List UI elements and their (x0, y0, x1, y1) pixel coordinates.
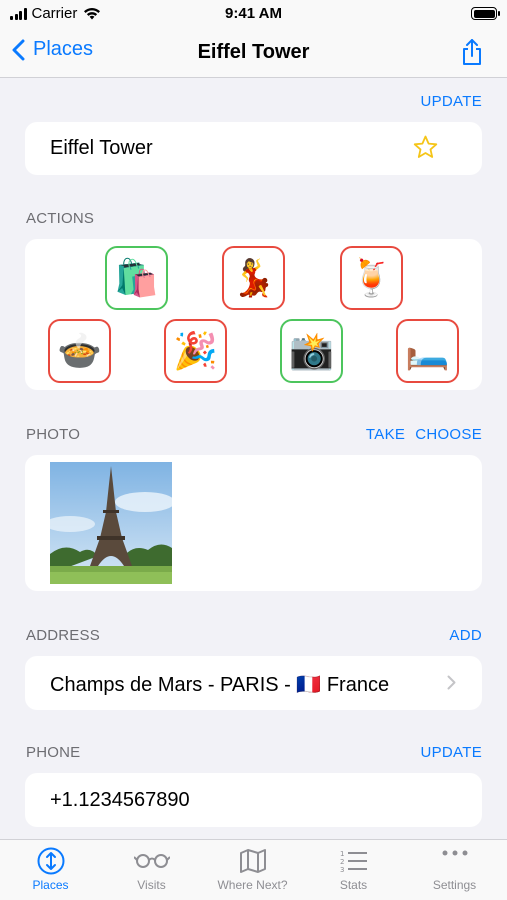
status-bar: Carrier 9:41 AM (0, 0, 507, 30)
dancer-icon: 💃 (231, 257, 276, 298)
action-food-button[interactable]: 🍲 (48, 319, 111, 383)
add-address-link[interactable]: ADD (449, 627, 482, 644)
actions-card: 🛍️ 💃 🍹 🍲 🎉 📸 🛏️ (25, 239, 482, 390)
status-time: 9:41 AM (225, 5, 282, 22)
page-title: Eiffel Tower (197, 41, 310, 63)
share-icon (463, 39, 481, 65)
phone-card: +1.1234567890 (25, 773, 482, 827)
svg-text:1: 1 (340, 850, 344, 858)
tab-where-next[interactable]: Where Next? (202, 840, 303, 900)
cocktail-icon: 🍹 (349, 257, 394, 298)
address-row[interactable]: Champs de Mars - PARIS - 🇫🇷 France (25, 656, 482, 710)
address-value: Champs de Mars - PARIS - 🇫🇷 France (50, 674, 390, 696)
action-photo-button[interactable]: 📸 (280, 319, 343, 383)
svg-text:3: 3 (340, 866, 344, 873)
tab-visits-label: Visits (137, 878, 166, 892)
choose-photo-link[interactable]: CHOOSE (415, 426, 482, 443)
address-label: ADDRESS (26, 627, 100, 644)
update-phone-link[interactable]: UPDATE (420, 744, 482, 761)
tab-stats-label: Stats (339, 878, 368, 892)
tab-settings[interactable]: Settings (404, 840, 505, 900)
place-name: Eiffel Tower (50, 137, 153, 159)
tab-places-label: Places (32, 878, 69, 892)
eiffel-tower-image (50, 462, 172, 584)
photo-actions: TAKE CHOOSE (356, 426, 482, 443)
tab-bar: Places Visits Where Next? 1 2 3 Stats Se… (0, 839, 507, 900)
favorite-button[interactable] (413, 135, 438, 164)
more-icon (442, 850, 467, 856)
svg-text:2: 2 (340, 858, 344, 866)
take-photo-link[interactable]: TAKE (366, 426, 405, 443)
tab-where-next-label: Where Next? (217, 878, 288, 892)
photo-label: PHOTO (26, 426, 81, 443)
places-icon (37, 847, 64, 875)
action-sleep-button[interactable]: 🛏️ (396, 319, 459, 383)
share-button[interactable] (461, 39, 483, 71)
tab-places[interactable]: Places (0, 840, 101, 900)
name-card: Eiffel Tower (25, 122, 482, 175)
navigation-bar: Places Eiffel Tower (0, 30, 507, 78)
action-party-button[interactable]: 🎉 (164, 319, 227, 383)
map-icon (239, 849, 266, 873)
tab-visits[interactable]: Visits (101, 840, 202, 900)
action-dancing-button[interactable]: 💃 (222, 246, 285, 310)
soup-bowl-icon: 🍲 (57, 330, 102, 371)
phone-value: +1.1234567890 (50, 789, 190, 811)
camera-flash-icon: 📸 (289, 330, 334, 371)
tab-settings-label: Settings (432, 878, 477, 892)
party-popper-icon: 🎉 (173, 330, 218, 371)
list-icon: 1 2 3 (340, 850, 367, 873)
actions-label: ACTIONS (26, 210, 95, 227)
update-name-link[interactable]: UPDATE (420, 93, 482, 110)
tab-stats[interactable]: 1 2 3 Stats (303, 840, 404, 900)
photo-card (25, 455, 482, 591)
action-shopping-button[interactable]: 🛍️ (105, 246, 168, 310)
glasses-icon (133, 854, 170, 868)
chevron-right-icon (447, 675, 456, 690)
battery-icon (471, 7, 500, 20)
star-icon (413, 135, 438, 158)
action-cocktail-button[interactable]: 🍹 (340, 246, 403, 310)
place-photo[interactable] (50, 462, 172, 584)
phone-label: PHONE (26, 744, 81, 761)
bed-icon: 🛏️ (405, 330, 450, 371)
shopping-bags-icon: 🛍️ (114, 257, 159, 298)
